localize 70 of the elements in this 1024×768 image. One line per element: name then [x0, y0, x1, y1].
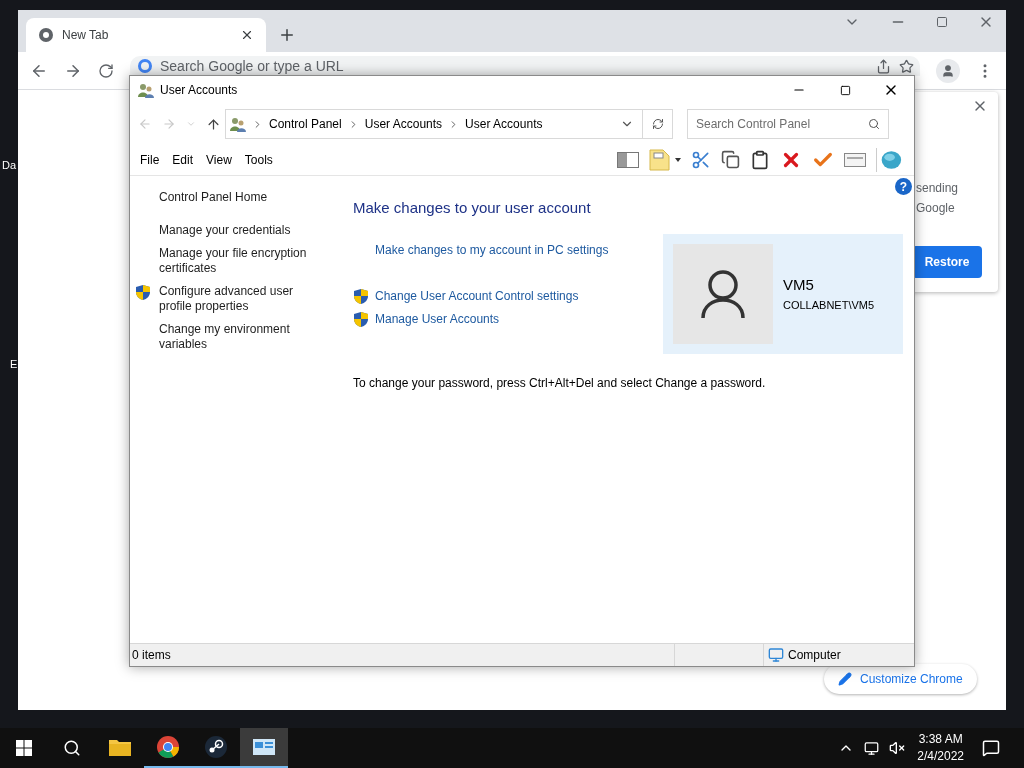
card-icon[interactable] — [844, 152, 866, 167]
sidebar-link[interactable]: Manage your credentials — [159, 223, 324, 238]
desktop-icon-label[interactable]: Da — [2, 157, 17, 174]
refresh-button[interactable] — [643, 109, 673, 139]
up-icon[interactable] — [206, 116, 221, 132]
breadcrumb-item[interactable]: User Accounts — [364, 115, 443, 133]
volume-muted-icon[interactable] — [889, 740, 906, 756]
browser-tab[interactable]: New Tab — [26, 18, 266, 52]
menu-item[interactable]: File — [140, 150, 160, 169]
browser-logo-icon — [156, 735, 180, 759]
search-field[interactable]: Search Control Panel — [687, 109, 889, 139]
customize-chrome-button[interactable]: Customize Chrome — [824, 664, 977, 694]
search-placeholder: Search Control Panel — [696, 116, 812, 133]
page-heading: Make changes to your user account — [353, 198, 592, 218]
pencil-icon — [838, 672, 852, 686]
tab-title: New Tab — [62, 27, 110, 44]
omnibox-field[interactable]: Search Google or type a URL — [130, 56, 920, 76]
notifications-icon[interactable] — [982, 739, 1000, 757]
menu-item[interactable]: Edit — [172, 150, 194, 169]
reload-icon[interactable] — [98, 62, 114, 79]
task-link[interactable]: Change User Account Control settings — [375, 287, 579, 305]
menu-item[interactable]: View — [206, 150, 232, 169]
copy-icon[interactable] — [721, 150, 740, 169]
folder-icon — [108, 737, 132, 757]
account-domain: COLLABNET\VM5 — [783, 297, 875, 313]
sidebar-link[interactable]: Configure advanced user profile properties — [159, 284, 324, 314]
help-button[interactable]: ? — [895, 178, 912, 195]
maximize-icon[interactable] — [936, 16, 948, 28]
profile-avatar[interactable] — [936, 58, 960, 83]
address-bar[interactable]: Control Panel User Accounts User Accounts — [225, 109, 643, 139]
search-icon[interactable] — [868, 118, 880, 130]
zone-label: Computer — [788, 647, 841, 664]
account-name: VM5 — [783, 275, 815, 295]
notification-text: sending — [916, 180, 959, 197]
window-title: User Accounts — [160, 82, 239, 99]
notification-text: Google — [916, 200, 956, 217]
omnibox-placeholder: Search Google or type a URL — [160, 59, 344, 73]
scissors-icon[interactable] — [691, 149, 711, 170]
item-count: 0 items — [131, 647, 172, 664]
new-tab-icon[interactable] — [278, 26, 296, 44]
users-icon — [138, 82, 154, 98]
sidebar-link[interactable]: Control Panel Home — [159, 190, 324, 205]
sidebar-link[interactable]: Change my environment variables — [159, 322, 324, 352]
users-icon — [230, 116, 246, 132]
network-icon[interactable] — [864, 740, 880, 756]
clock-time[interactable]: 3:38 AM — [918, 731, 963, 748]
computer-icon — [768, 647, 784, 663]
maximize-icon — [839, 84, 851, 96]
pane-layout-icon[interactable] — [617, 151, 639, 168]
control-panel-icon — [252, 737, 276, 757]
restore-button[interactable]: Restore — [912, 246, 982, 278]
breadcrumb-item[interactable]: User Accounts — [465, 115, 543, 133]
bookmark-star-icon[interactable] — [899, 58, 914, 74]
taskbar-app-button[interactable] — [240, 728, 288, 768]
password-note: To change your password, press Ctrl+Alt+Del and select Change a password. — [353, 374, 767, 392]
windows-logo-icon — [16, 740, 32, 756]
user-avatar-icon — [700, 268, 746, 319]
settings-link[interactable]: Make changes to my account in PC settings — [375, 240, 663, 259]
sidebar-link[interactable]: Manage your file encryption certificates — [159, 246, 324, 276]
steam-logo-icon — [204, 735, 228, 759]
clipboard-icon[interactable] — [750, 149, 770, 170]
desktop-icon-label[interactable]: E — [10, 356, 18, 373]
share-icon[interactable] — [876, 58, 891, 74]
refresh-icon — [651, 118, 664, 130]
close-tab-icon[interactable] — [240, 28, 254, 42]
search-icon — [63, 739, 81, 757]
task-link[interactable]: Manage User Accounts — [375, 310, 500, 328]
menu-item[interactable]: Tools — [244, 150, 273, 169]
breadcrumb-item[interactable]: Control Panel — [269, 115, 342, 133]
clock-date[interactable]: 2/4/2022 — [917, 748, 964, 765]
